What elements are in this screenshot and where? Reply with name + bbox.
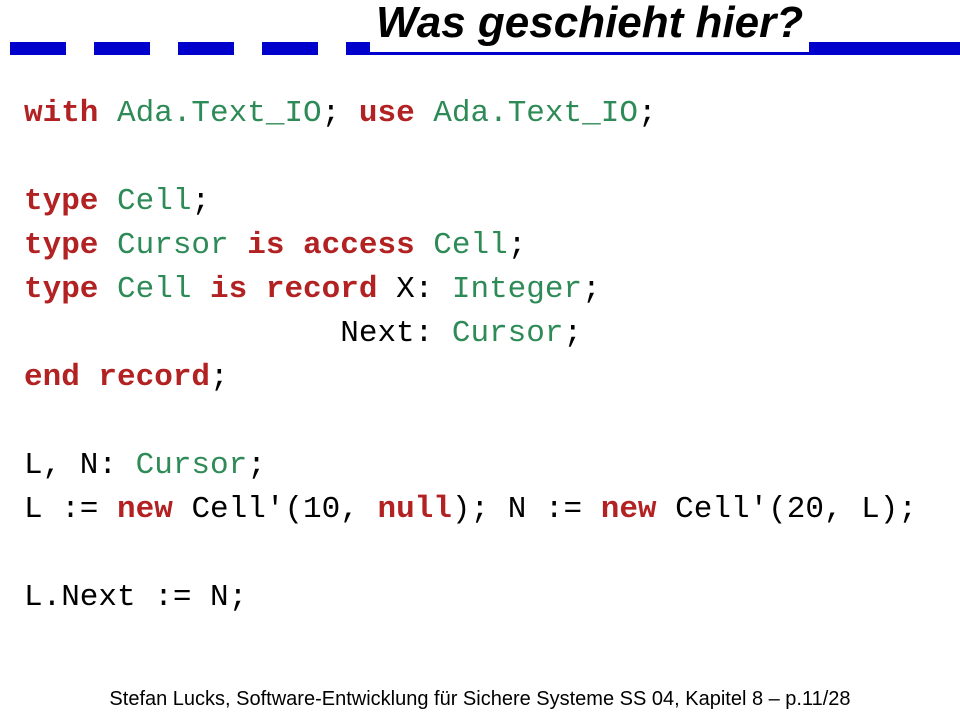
field-x: X:: [396, 272, 452, 307]
decl-ln: L, N:: [24, 448, 136, 483]
slide-footer: Stefan Lucks, Software-Entwicklung für S…: [0, 688, 960, 711]
punct: ;: [638, 96, 657, 131]
kw-new: new: [601, 492, 675, 527]
dash-segment: [94, 42, 150, 55]
type-ada-textio: Ada.Text_IO: [433, 96, 638, 131]
type-cell: Cell: [117, 184, 191, 219]
type-cell: Cell: [117, 272, 210, 307]
dash-segment: [10, 42, 66, 55]
assign-lnext: L.Next := N;: [24, 580, 247, 615]
kw-new: new: [117, 492, 191, 527]
type-integer: Integer: [452, 272, 582, 307]
dash-segment: [262, 42, 318, 55]
code-block: with Ada.Text_IO; use Ada.Text_IO; type …: [24, 92, 936, 620]
punct: ;: [210, 360, 229, 395]
punct: ;: [582, 272, 601, 307]
punct: ;: [508, 228, 527, 263]
kw-null: null: [377, 492, 451, 527]
kw-end-record: end record: [24, 360, 210, 395]
type-cursor: Cursor: [117, 228, 247, 263]
dash-segment: [178, 42, 234, 55]
aggr-cell20: Cell'(20, L);: [675, 492, 917, 527]
kw-type: type: [24, 184, 117, 219]
field-next: Next:: [24, 316, 452, 351]
kw-use: use: [359, 96, 433, 131]
slide: Was geschieht hier? with Ada.Text_IO; us…: [0, 0, 960, 721]
assign-l: L :=: [24, 492, 117, 527]
punct: ;: [564, 316, 583, 351]
punct: ;: [322, 96, 359, 131]
kw-type: type: [24, 272, 117, 307]
assign-n-part: ); N :=: [452, 492, 601, 527]
punct: ;: [247, 448, 266, 483]
punct: ;: [191, 184, 210, 219]
kw-with: with: [24, 96, 117, 131]
type-cursor: Cursor: [452, 316, 564, 351]
slide-title: Was geschieht hier?: [370, 0, 809, 52]
type-ada-textio: Ada.Text_IO: [117, 96, 322, 131]
kw-type: type: [24, 228, 117, 263]
aggr-cell10: Cell'(10,: [191, 492, 377, 527]
kw-is-record: is record: [210, 272, 396, 307]
type-cursor: Cursor: [136, 448, 248, 483]
type-cell: Cell: [433, 228, 507, 263]
kw-is-access: is access: [247, 228, 433, 263]
